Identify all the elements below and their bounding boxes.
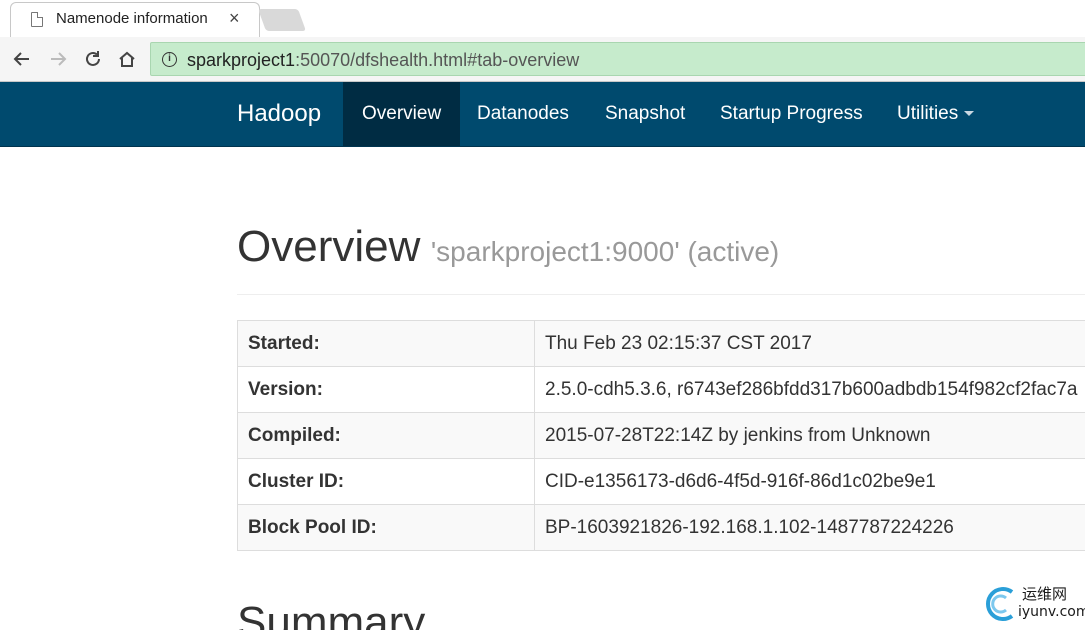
row-value: BP-1603921826-192.168.1.102-148778722422…: [534, 504, 1085, 551]
url-path: :50070/dfshealth.html#tab-overview: [295, 50, 580, 70]
page-icon: [31, 12, 43, 27]
page-subtitle: 'sparkproject1:9000' (active): [430, 236, 780, 267]
row-key: Version:: [237, 366, 535, 413]
address-bar[interactable]: i sparkproject1:50070/dfshealth.html#tab…: [150, 42, 1085, 76]
row-key: Started:: [237, 320, 535, 367]
table-row: Cluster ID: CID-e1356173-d6d6-4f5d-916f-…: [237, 458, 1085, 505]
browser-toolbar: i sparkproject1:50070/dfshealth.html#tab…: [0, 37, 1085, 82]
watermark: 运维网 iyunv.com: [982, 582, 1085, 628]
summary-heading: Summary: [237, 598, 426, 630]
new-tab-button[interactable]: [257, 9, 307, 31]
row-value: Thu Feb 23 02:15:37 CST 2017: [534, 320, 1085, 367]
forward-icon[interactable]: [44, 45, 72, 73]
url-host: sparkproject1: [187, 50, 296, 70]
watermark-logo-icon: [986, 587, 1014, 621]
row-key: Cluster ID:: [237, 458, 535, 505]
watermark-cn: 运维网: [1022, 585, 1068, 603]
nav-utilities-label: Utilities: [897, 103, 959, 124]
browser-tabstrip: Namenode information ×: [0, 0, 1085, 37]
watermark-en: iyunv.com: [1018, 604, 1085, 620]
row-key: Compiled:: [237, 412, 535, 459]
home-icon[interactable]: [113, 45, 141, 73]
url-text: sparkproject1:50070/dfshealth.html#tab-o…: [187, 50, 579, 71]
info-icon[interactable]: i: [162, 52, 177, 67]
back-icon[interactable]: [8, 45, 36, 73]
table-row: Started: Thu Feb 23 02:15:37 CST 2017: [237, 320, 1085, 367]
page-title: Overview: [237, 222, 421, 271]
browser-tab[interactable]: Namenode information ×: [10, 2, 260, 37]
caret-down-icon: [964, 111, 975, 117]
tab-title: Namenode information: [56, 10, 208, 27]
row-key: Block Pool ID:: [237, 504, 535, 551]
hadoop-navbar: Hadoop Overview Datanodes Snapshot Start…: [0, 82, 1085, 147]
close-icon[interactable]: ×: [229, 7, 240, 29]
nav-datanodes[interactable]: Datanodes: [458, 82, 588, 146]
table-row: Version: 2.5.0-cdh5.3.6, r6743ef286bfdd3…: [237, 366, 1085, 413]
nav-overview[interactable]: Overview: [343, 82, 461, 146]
overview-table: Started: Thu Feb 23 02:15:37 CST 2017 Ve…: [237, 320, 1085, 551]
row-value: 2015-07-28T22:14Z by jenkins from Unknow…: [534, 412, 1085, 459]
reload-icon[interactable]: [79, 45, 107, 73]
nav-startup-progress[interactable]: Startup Progress: [701, 82, 882, 146]
table-row: Compiled: 2015-07-28T22:14Z by jenkins f…: [237, 412, 1085, 459]
nav-utilities[interactable]: Utilities: [878, 82, 993, 146]
table-row: Block Pool ID: BP-1603921826-192.168.1.1…: [237, 504, 1085, 551]
row-value: CID-e1356173-d6d6-4f5d-916f-86d1c02be9e1: [534, 458, 1085, 505]
navbar-brand[interactable]: Hadoop: [237, 100, 321, 128]
nav-snapshot[interactable]: Snapshot: [586, 82, 704, 146]
row-value: 2.5.0-cdh5.3.6, r6743ef286bfdd317b600adb…: [534, 366, 1085, 413]
page-header: Overview 'sparkproject1:9000' (active): [237, 222, 1085, 295]
